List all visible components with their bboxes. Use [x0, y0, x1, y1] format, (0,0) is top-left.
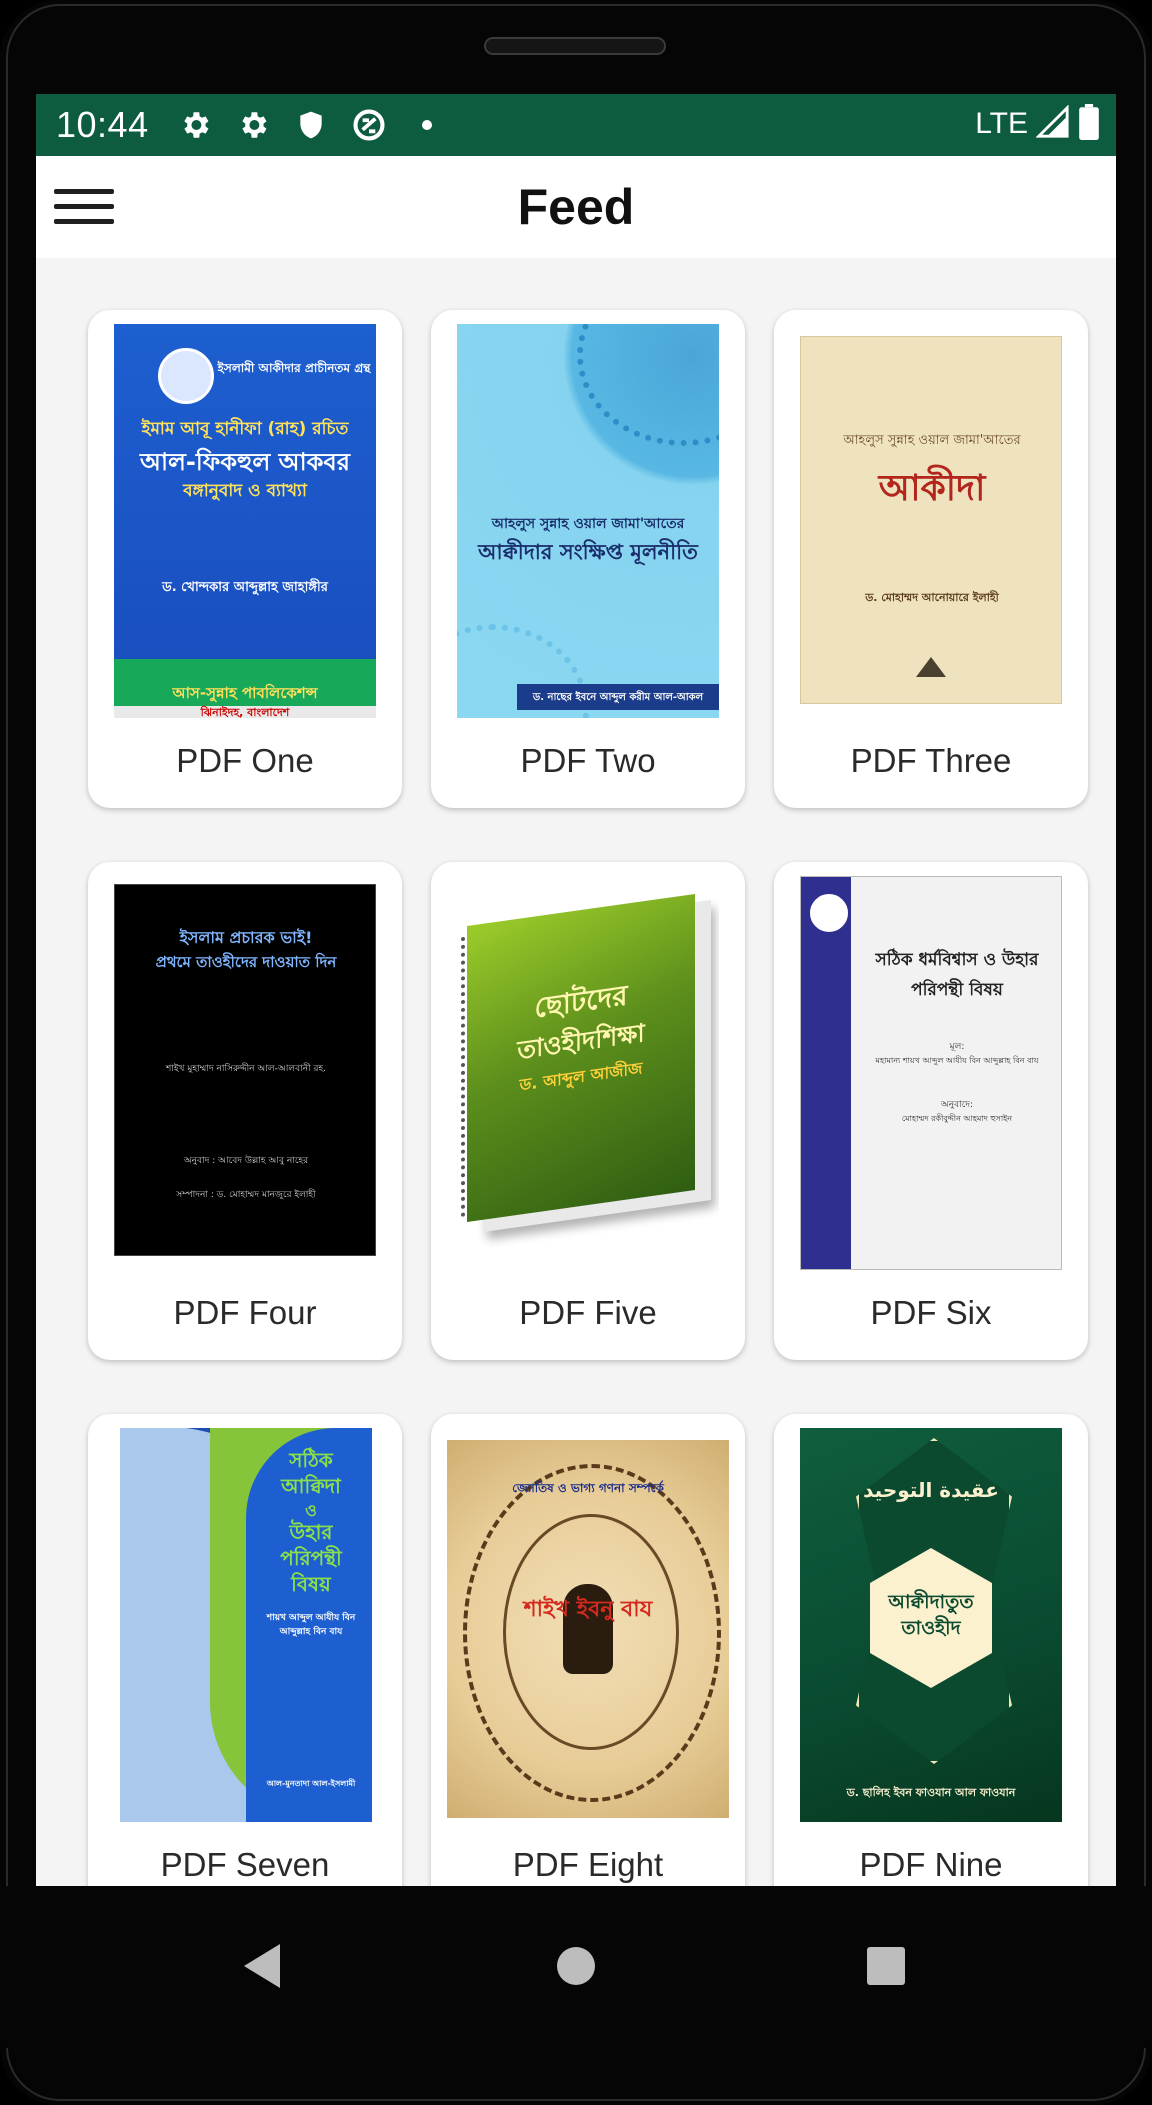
- cover-text: আব্দুল্লাহ বিন বায: [279, 1627, 343, 1637]
- book-cover-image: আহলুস সুন্নাহ ওয়াল জামা'আতের আক্বীদার স…: [457, 324, 719, 718]
- status-right-group: LTE: [975, 103, 1100, 145]
- cover-text: আকীদা: [878, 468, 986, 509]
- book-front-cover: ছোটদের তাওহীদশিক্ষা ড. আব্দুল আজীজ: [467, 893, 695, 1223]
- feed-grid: ইসলামী আকীদার প্রাচীনতম গ্রন্থ ইমাম আবূ …: [36, 258, 1116, 1886]
- publisher-logo-icon: [916, 657, 946, 677]
- cover-text: সঠিক ধর্মবিশ্বাস ও উহার: [875, 950, 1039, 970]
- cover-text: আক্বীদার সংক্ষিপ্ত মূলনীতি: [478, 540, 698, 564]
- cover-text: অনুবাদ : আবেদ উল্লাহ আবু নাহের: [183, 1156, 309, 1166]
- cover-text: ঝিনাইদহ, বাংলাদেশ: [200, 706, 290, 718]
- card-label: PDF Three: [850, 742, 1012, 779]
- book-cover-image: আহলুস সুন্নাহ ওয়াল জামা'আতের আকীদা ড. ম…: [800, 336, 1062, 704]
- cover-text: বঙ্গানুবাদ ও ব্যাখ্যা: [183, 481, 307, 501]
- card-label: PDF Seven: [160, 1846, 330, 1883]
- recents-square-icon[interactable]: [846, 1926, 926, 2006]
- cover-text: عقيدة التوحيد: [863, 1478, 999, 1502]
- cover-text: পরিপন্থী বিষয়: [911, 980, 1003, 1000]
- feed-card-pdf-eight[interactable]: জ্যোতিষ ও ভাগ্য গণনা সম্পর্কে শাইখ ইবনু …: [431, 1414, 745, 1886]
- back-triangle-icon[interactable]: [222, 1926, 302, 2006]
- signal-icon: [1035, 103, 1070, 144]
- spiral-binding: [461, 934, 479, 1218]
- cover-text: ইমাম আবূ হানীফা (রাহ) রচিত: [141, 419, 349, 439]
- book-cover-image: সঠিক ধর্মবিশ্বাস ও উহার পরিপন্থী বিষয় ম…: [800, 876, 1062, 1270]
- cover-text: জ্যোতিষ ও ভাগ্য গণনা সম্পর্কে: [512, 1481, 664, 1495]
- cover-text: ইসলাম প্রচারক ভাই!: [179, 928, 313, 947]
- cover-text: ড. মোহাম্মদ আনোয়ারে ইলাহী: [865, 591, 999, 604]
- cover-text: আহলুস সুন্নাহ ওয়াল জামা'আতের: [843, 433, 1021, 448]
- cover-text: ড. ছালিহ ইবন ফাওযান আল ফাওযান: [846, 1786, 1016, 1799]
- home-circle-icon[interactable]: [536, 1926, 616, 2006]
- navigation-bar: [0, 1886, 1152, 2048]
- card-label: PDF Six: [870, 1294, 992, 1331]
- shield-icon: [292, 106, 330, 144]
- cover-text: আহলুস সুন্নাহ ওয়াল জামা'আতের: [491, 516, 685, 532]
- feed-card-pdf-four[interactable]: ইসলাম প্রচারক ভাই! প্রথমে তাওহীদের দাওয়…: [88, 862, 402, 1360]
- cover-text: শায়খ আব্দুল আযীয বিন: [266, 1613, 356, 1623]
- logo-icon: [807, 891, 851, 935]
- book-cover-image: ইসলামী আকীদার প্রাচীনতম গ্রন্থ ইমাম আবূ …: [114, 324, 376, 718]
- cover-text: প্রথমে তাওহীদের দাওয়াত দিন: [155, 953, 337, 971]
- book-cover-image: সঠিক আক্বিদা ও উহার পরিপন্থী বিষয় শায়খ…: [120, 1428, 372, 1822]
- book-cover-image: জ্যোতিষ ও ভাগ্য গণনা সম্পর্কে শাইখ ইবনু …: [447, 1440, 729, 1818]
- logo-icon: [158, 348, 214, 404]
- card-label: PDF Eight: [512, 1846, 664, 1883]
- cover-text: আল-মুনতাদা আল-ইসলামী: [266, 1779, 356, 1788]
- gear-icon: [234, 106, 272, 144]
- card-label: PDF Five: [519, 1294, 657, 1331]
- cover-text: বিষয়: [291, 1572, 331, 1596]
- battery-icon: [1078, 103, 1100, 145]
- cover-text: শাইখ ইবনু বায: [523, 1597, 653, 1622]
- card-label: PDF Four: [173, 1294, 317, 1331]
- cover-text: মূল:: [949, 1042, 965, 1052]
- cover-text: শাইখ মুহাম্মাদ নাসিরুদ্দীন আল-আলবানী রহ.: [165, 1064, 327, 1074]
- feed-card-pdf-three[interactable]: আহলুস সুন্নাহ ওয়াল জামা'আতের আকীদা ড. ম…: [774, 310, 1088, 808]
- card-label: PDF One: [176, 742, 314, 779]
- card-label: PDF Nine: [859, 1846, 1003, 1883]
- feed-card-pdf-six[interactable]: সঠিক ধর্মবিশ্বাস ও উহার পরিপন্থী বিষয় ম…: [774, 862, 1088, 1360]
- app-bar: Feed: [36, 156, 1116, 258]
- screen: 10:44 LTE Feed ইসলামী আকীদার প্রাচীনতম গ…: [36, 94, 1116, 1886]
- feed-card-pdf-one[interactable]: ইসলামী আকীদার প্রাচীনতম গ্রন্থ ইমাম আবূ …: [88, 310, 402, 808]
- feed-card-pdf-seven[interactable]: সঠিক আক্বিদা ও উহার পরিপন্থী বিষয় শায়খ…: [88, 1414, 402, 1886]
- book-cover-image: عقيدة التوحيد আক্বীদাতুত তাওহীদ ড. ছালিহ…: [800, 1428, 1062, 1822]
- cover-text: মোহাম্মদ রকীবুদ্দীন আহমাদ হুসাইন: [901, 1114, 1013, 1123]
- cover-text: ড. খোন্দকার আব্দুল্লাহ জাহাঙ্গীর: [162, 580, 328, 595]
- cover-text: অনুবাদে:: [940, 1100, 974, 1110]
- feed-card-pdf-two[interactable]: আহলুস সুন্নাহ ওয়াল জামা'আতের আক্বীদার স…: [431, 310, 745, 808]
- device-frame: 10:44 LTE Feed ইসলামী আকীদার প্রাচীনতম গ…: [0, 0, 1152, 2105]
- speaker-grille: [484, 37, 666, 55]
- status-time: 10:44: [56, 104, 149, 145]
- mandala-pattern: [577, 324, 719, 446]
- page-title: Feed: [517, 179, 635, 235]
- card-label: PDF Two: [520, 742, 656, 779]
- feed-card-pdf-nine[interactable]: عقيدة التوحيد আক্বীদাতুত তাওহীদ ড. ছালিহ…: [774, 1414, 1088, 1886]
- cover-text: সম্পাদনা : ড. মোহাম্মদ মানজুরে ইলাহী: [176, 1190, 316, 1200]
- cover-text: ইসলামী আকীদার প্রাচীনতম গ্রন্থ: [217, 361, 371, 375]
- side-band: [801, 877, 851, 1269]
- cover-text: ড. নাছের ইবনে আব্দুল করীম আল-আকল: [532, 692, 704, 703]
- cover-text: তাওহীদ: [901, 1617, 961, 1639]
- gear-icon: [176, 106, 214, 144]
- cover-text: মহামান্য শায়খ আব্দুল আযীয বিন আব্দুল্লা…: [875, 1056, 1039, 1065]
- status-bar: 10:44 LTE: [36, 94, 1116, 156]
- feed-card-pdf-five[interactable]: ছোটদের তাওহীদশিক্ষা ড. আব্দুল আজীজ PDF F…: [431, 862, 745, 1360]
- book-cover-image: ছোটদের তাওহীদশিক্ষা ড. আব্দুল আজীজ: [457, 876, 719, 1270]
- data-saver-icon: [350, 106, 388, 144]
- dot-icon: [408, 106, 446, 144]
- network-type: LTE: [975, 107, 1028, 140]
- book-cover-image: ইসলাম প্রচারক ভাই! প্রথমে তাওহীদের দাওয়…: [114, 884, 376, 1256]
